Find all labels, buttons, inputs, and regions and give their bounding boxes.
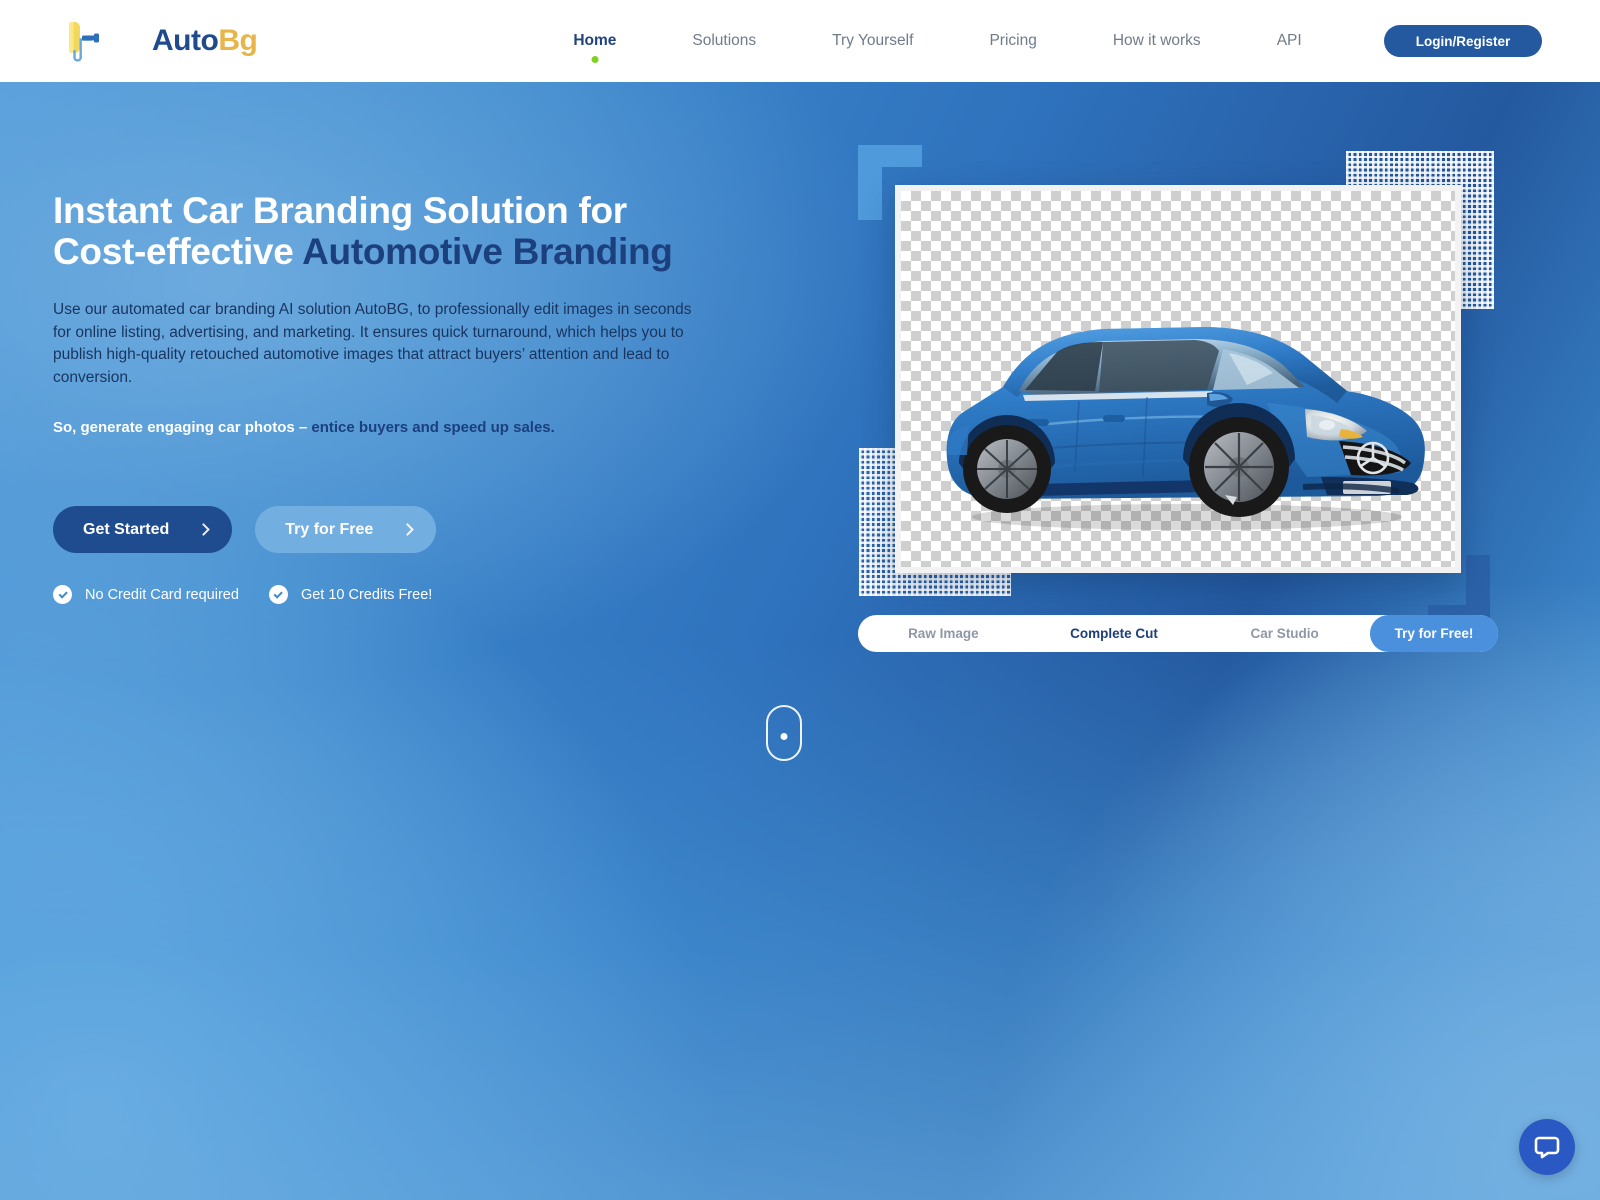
hero-tagline-white: So, generate engaging car photos – bbox=[53, 419, 312, 437]
preview-mode-tabbar: Raw Image Complete Cut Car Studio Try fo… bbox=[858, 615, 1499, 652]
login-register-button[interactable]: Login/Register bbox=[1384, 25, 1542, 57]
nav-item-api[interactable]: API bbox=[1239, 32, 1340, 50]
nav-item-pricing[interactable]: Pricing bbox=[951, 32, 1074, 50]
get-started-button[interactable]: Get Started bbox=[53, 506, 233, 554]
logo[interactable]: AutoBg bbox=[58, 18, 258, 64]
mouse-scroll-dot-icon bbox=[780, 733, 788, 740]
feature-no-credit-card-label: No Credit Card required bbox=[85, 586, 239, 603]
cta-button-row: Get Started Try for Free bbox=[53, 506, 753, 554]
tab-car-studio[interactable]: Car Studio bbox=[1199, 626, 1370, 641]
hero-image-showcase bbox=[858, 143, 1498, 653]
site-header: AutoBg Home Solutions Try Yourself Prici… bbox=[0, 0, 1600, 82]
chevron-right-icon bbox=[197, 523, 211, 537]
chevron-right-icon bbox=[401, 523, 415, 537]
try-for-free-label: Try for Free bbox=[285, 520, 374, 538]
try-for-free-button[interactable]: Try for Free bbox=[255, 506, 437, 554]
headline-line-2-white: Cost-effective bbox=[53, 231, 303, 273]
car-image bbox=[946, 327, 1425, 530]
page-title: Instant Car Branding Solution for Cost-e… bbox=[53, 190, 753, 273]
hero-text-column: Instant Car Branding Solution for Cost-e… bbox=[53, 190, 753, 605]
hero-description: Use our automated car branding AI soluti… bbox=[53, 300, 692, 386]
nav-item-how-it-works[interactable]: How it works bbox=[1075, 32, 1239, 50]
get-started-label: Get Started bbox=[83, 520, 170, 538]
hero-tagline: So, generate engaging car photos – entic… bbox=[53, 419, 753, 436]
mouse-scroll-icon bbox=[766, 705, 802, 761]
check-circle-icon bbox=[268, 585, 288, 605]
nav-item-home[interactable]: Home bbox=[535, 32, 654, 63]
nav-active-dot-icon bbox=[591, 56, 599, 63]
showcase-try-for-free-button[interactable]: Try for Free! bbox=[1370, 615, 1499, 652]
feature-badge-row: No Credit Card required Get 10 Credits F… bbox=[53, 585, 753, 605]
chat-widget-button[interactable] bbox=[1519, 1119, 1575, 1175]
nav-item-home-label: Home bbox=[573, 32, 617, 49]
feature-free-credits-label: Get 10 Credits Free! bbox=[300, 586, 433, 603]
nav-item-try-yourself[interactable]: Try Yourself bbox=[794, 32, 951, 50]
logo-text: AutoBg bbox=[152, 24, 258, 58]
chat-bubble-icon bbox=[1534, 1136, 1560, 1159]
feature-free-credits: Get 10 Credits Free! bbox=[268, 585, 433, 605]
transparency-checkerboard bbox=[901, 191, 1455, 567]
car-preview-card bbox=[895, 185, 1461, 573]
logo-text-auto: Auto bbox=[152, 24, 219, 57]
main-navigation: Home Solutions Try Yourself Pricing How … bbox=[535, 32, 1340, 63]
feature-no-credit-card: No Credit Card required bbox=[53, 585, 239, 605]
tab-complete-cut[interactable]: Complete Cut bbox=[1029, 626, 1200, 641]
paint-roller-icon bbox=[58, 18, 106, 64]
headline-line-2-accent: Automotive Branding bbox=[302, 231, 673, 273]
logo-text-bg: Bg bbox=[218, 24, 258, 57]
nav-item-solutions[interactable]: Solutions bbox=[654, 32, 794, 50]
hero-tagline-accent: entice buyers and speed up sales. bbox=[311, 419, 555, 437]
tab-raw-image[interactable]: Raw Image bbox=[858, 626, 1029, 641]
headline-line-1: Instant Car Branding Solution for bbox=[53, 190, 627, 231]
check-circle-icon bbox=[53, 585, 72, 605]
